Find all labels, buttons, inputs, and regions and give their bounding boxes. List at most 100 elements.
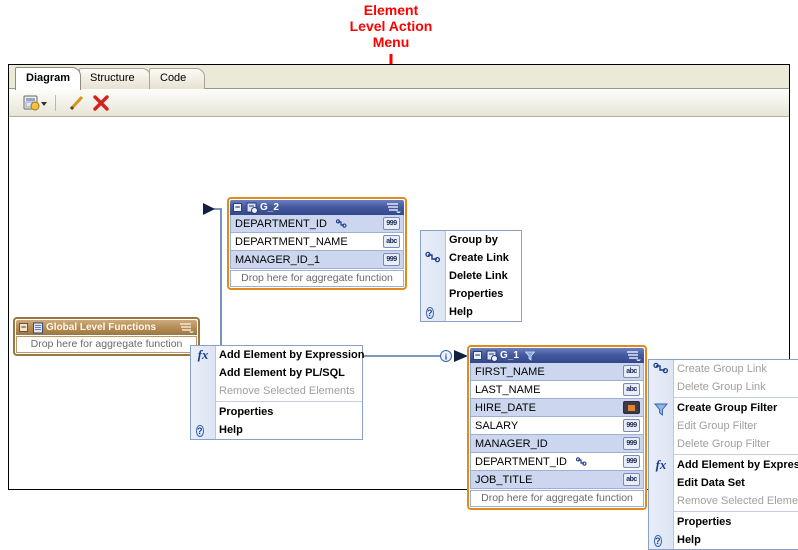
tab-diagram[interactable]: Diagram	[15, 67, 81, 90]
menu-item-create-group-link: Create Group Link	[649, 360, 798, 378]
link-icon	[576, 456, 587, 467]
hamburger-menu-icon[interactable]	[386, 202, 402, 214]
collapse-toggle-g2[interactable]: −	[233, 202, 242, 212]
menu-item-label: Help	[677, 534, 701, 546]
help-icon: ?	[654, 535, 662, 547]
row-label: HIRE_DATE	[475, 402, 536, 414]
row-label: LAST_NAME	[475, 384, 541, 396]
group-g1-title: G_1	[500, 350, 519, 361]
row-label: DEPARTMENT_NAME	[235, 236, 348, 248]
red-x-delete-icon[interactable]	[91, 93, 111, 113]
table-row[interactable]: DEPARTMENT_ID 999	[230, 215, 404, 233]
menu-item-add-element-by-expression[interactable]: fx Add Element by Expression	[191, 346, 365, 364]
menu-item-help[interactable]: ? Help	[191, 421, 362, 439]
table-row[interactable]: MANAGER_ID 999	[470, 435, 644, 453]
table-row[interactable]: LAST_NAME abc	[470, 381, 644, 399]
menu-separator	[215, 401, 362, 402]
menu-item-properties[interactable]: Properties	[649, 513, 798, 531]
group-box-g1[interactable]: − G_1 FIRST_NAME abc LAST_NAME abc HIRE_…	[467, 345, 647, 510]
type-icon: abc	[623, 365, 640, 378]
table-row[interactable]: SALARY 999	[470, 417, 644, 435]
link-icon	[336, 218, 347, 229]
new-data-set-icon[interactable]	[21, 93, 41, 113]
pencil-edit-icon[interactable]	[67, 93, 87, 113]
menu-separator	[673, 511, 798, 512]
chevron-down-icon[interactable]	[39, 93, 49, 113]
collapse-toggle-global[interactable]: −	[19, 322, 28, 332]
collapse-toggle-g1[interactable]: −	[473, 350, 482, 360]
aggregate-drop-area-g2[interactable]: Drop here for aggregate function	[230, 270, 404, 287]
group-node-icon	[246, 202, 258, 215]
table-row[interactable]: JOB_TITLE abc	[470, 471, 644, 489]
aggregate-drop-area-g1[interactable]: Drop here for aggregate function	[470, 490, 644, 507]
fx-icon: fx	[655, 457, 667, 472]
menu-separator	[673, 397, 798, 398]
hamburger-menu-icon[interactable]	[179, 322, 195, 334]
menu-item-help[interactable]: ? Help	[649, 531, 798, 549]
menu-item-delete-link[interactable]: Delete Link	[421, 267, 521, 285]
annotation-element-level: Element Level Action Menu	[349, 2, 433, 50]
menu-item-remove-selected-elements: Remove Selected Elements	[219, 385, 355, 397]
diagram-canvas[interactable]: i − G_2 DEPARTMENT_ID 999 DEPARTMENT_NAM…	[9, 117, 798, 550]
row-label: MANAGER_ID_1	[235, 254, 320, 266]
element-level-action-menu[interactable]: Group by Create Link Delete Link Propert…	[420, 230, 522, 322]
menu-item-properties[interactable]: Properties	[421, 285, 521, 303]
type-icon: 999	[383, 253, 400, 266]
table-row[interactable]: FIRST_NAME abc	[470, 363, 644, 381]
tab-structure[interactable]: Structure	[79, 68, 151, 89]
editor-tabstrip: Diagram Structure Code	[9, 65, 789, 90]
type-icon: 999	[623, 455, 640, 468]
row-label: DEPARTMENT_ID	[475, 456, 567, 468]
type-icon: 999	[623, 419, 640, 432]
table-row[interactable]: DEPARTMENT_ID 999	[470, 453, 644, 471]
global-functions-icon	[32, 322, 44, 335]
help-icon: ?	[426, 307, 434, 319]
aggregate-drop-area-global[interactable]: Drop here for aggregate function	[16, 336, 197, 353]
menu-item-help[interactable]: ? Help	[421, 303, 521, 321]
group-box-global[interactable]: − Global Level Functions Drop here for a…	[13, 317, 200, 356]
group-g2-title: G_2	[260, 202, 279, 213]
menu-item-label: Add Element by Expression	[677, 459, 798, 471]
type-icon: abc	[623, 473, 640, 486]
row-label: SALARY	[475, 420, 519, 432]
type-icon-calendar	[623, 401, 640, 414]
type-icon: 999	[623, 437, 640, 450]
menu-item-label: Create Group Filter	[677, 402, 778, 414]
menu-item-delete-group-link: Delete Group Link	[677, 381, 766, 393]
row-label: FIRST_NAME	[475, 366, 545, 378]
menu-item-create-link[interactable]: Create Link	[421, 249, 521, 267]
menu-item-group-by[interactable]: Group by	[421, 231, 521, 249]
funnel-icon	[652, 400, 670, 416]
diagram-toolbar	[9, 89, 789, 117]
row-label: DEPARTMENT_ID	[235, 218, 327, 230]
menu-item-label: Help	[449, 306, 473, 318]
hamburger-menu-icon[interactable]	[626, 350, 642, 362]
type-icon: abc	[383, 235, 400, 248]
table-row[interactable]: DEPARTMENT_NAME abc	[230, 233, 404, 251]
table-row[interactable]: HIRE_DATE	[470, 399, 644, 417]
group-level-action-menu[interactable]: Create Group Link Delete Group Link Crea…	[648, 359, 798, 550]
menu-item-create-group-filter[interactable]: Create Group Filter	[649, 399, 798, 417]
funnel-filter-icon	[525, 351, 535, 361]
menu-item-edit-data-set[interactable]: Edit Data Set	[649, 474, 798, 492]
row-label: MANAGER_ID	[475, 438, 548, 450]
menu-item-add-element-by-plsql[interactable]: Add Element by PL/SQL	[191, 364, 362, 382]
global-functions-header[interactable]: − Global Level Functions	[16, 320, 197, 335]
toolbar-separator	[55, 95, 56, 111]
global-level-action-menu[interactable]: fx Add Element by Expression Add Element…	[190, 345, 365, 440]
type-icon: abc	[623, 383, 640, 396]
fx-icon: fx	[197, 347, 209, 362]
group-box-g2[interactable]: − G_2 DEPARTMENT_ID 999 DEPARTMENT_NAME …	[227, 197, 407, 290]
tab-code[interactable]: Code	[149, 68, 205, 89]
menu-item-add-element-by-expression[interactable]: fx Add Element by Expression	[649, 456, 798, 474]
group-g1-header[interactable]: − G_1	[470, 348, 644, 363]
table-row[interactable]: MANAGER_ID_1 999	[230, 251, 404, 269]
menu-item-label: Help	[219, 424, 243, 436]
group-g2-header[interactable]: − G_2	[230, 200, 404, 215]
global-functions-title: Global Level Functions	[46, 322, 157, 333]
menu-item-label: Add Element by Expression	[219, 349, 365, 361]
menu-item-label: Create Link	[449, 252, 509, 264]
type-icon: 999	[383, 217, 400, 230]
menu-item-properties[interactable]: Properties	[191, 403, 362, 421]
menu-item-edit-group-filter: Edit Group Filter	[677, 420, 758, 432]
